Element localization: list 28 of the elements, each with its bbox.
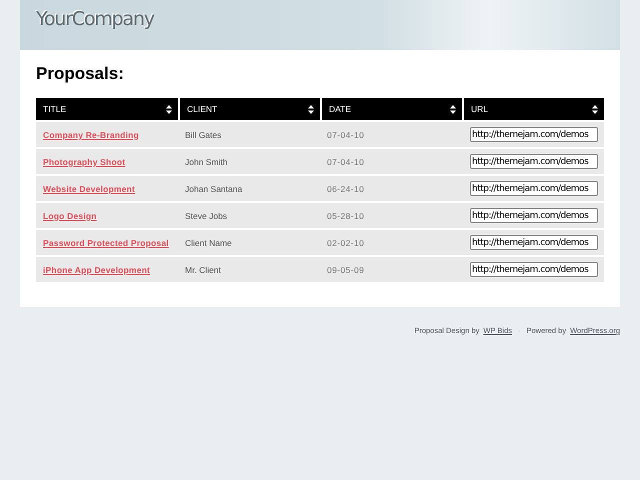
proposal-date: 07-04-10 [327,130,364,140]
sort-icon [450,104,456,114]
proposal-date: 07-04-10 [327,156,364,166]
sort-icon [592,104,598,114]
company-logo[interactable]: YourCompany [36,8,154,30]
column-header[interactable]: TITLE [36,98,178,120]
client-name: Steve Jobs [185,210,228,220]
proposal-date: 09-05-09 [327,264,364,274]
proposal-date: 05-28-10 [327,210,364,220]
client-name: Johan Santana [185,184,242,194]
client-name: Client Name [185,238,232,248]
client-name: Mr. Client [185,264,221,274]
url-field[interactable]: http://themejam.com/demos [470,181,598,196]
sort-icon [166,104,172,114]
column-header[interactable]: CLIENT [178,98,320,120]
client-name: John Smith [185,156,228,166]
url-field[interactable]: http://themejam.com/demos [470,208,598,223]
column-header[interactable]: URL [462,98,604,120]
url-field[interactable]: http://themejam.com/demos [470,262,598,277]
url-field[interactable]: http://themejam.com/demos [470,235,598,250]
url-field[interactable]: http://themejam.com/demos [470,127,598,142]
page-title: Proposals: [36,64,125,84]
sort-icon [308,104,314,114]
url-field[interactable]: http://themejam.com/demos [470,154,598,169]
proposal-date: 06-24-10 [327,184,364,194]
proposal-date: 02-02-10 [327,238,364,248]
client-name: Bill Gates [185,130,222,140]
column-header[interactable]: DATE [320,98,462,120]
